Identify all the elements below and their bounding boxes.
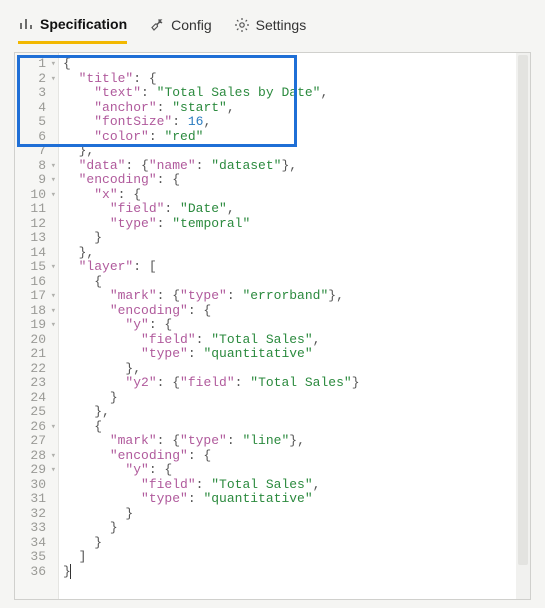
code-line[interactable]: "field": "Total Sales", [63,333,530,348]
line-number: 24 [21,391,56,406]
code-line[interactable]: } [63,231,530,246]
line-number: 4 [21,101,56,116]
tab-label: Specification [40,16,127,32]
line-number: 14 [21,246,56,261]
line-number: 5 [21,115,56,130]
code-line[interactable]: "color": "red" [63,130,530,145]
line-number: 9▾ [21,173,56,188]
code-line[interactable]: } [63,565,530,580]
line-number: 23 [21,376,56,391]
code-line[interactable]: "type": "quantitative" [63,492,530,507]
line-number: 7 [21,144,56,159]
code-line[interactable]: "data": {"name": "dataset"}, [63,159,530,174]
code-line[interactable]: } [63,391,530,406]
code-line[interactable]: "y": { [63,318,530,333]
tab-label: Settings [256,17,307,33]
tab-specification[interactable]: Specification [18,6,127,44]
line-number: 20 [21,333,56,348]
code-line[interactable]: "y": { [63,463,530,478]
line-number: 28▾ [21,449,56,464]
line-number: 25 [21,405,56,420]
line-number: 35 [21,550,56,565]
tab-label: Config [171,17,211,33]
line-number: 1▾ [21,57,56,72]
code-line[interactable]: "field": "Total Sales", [63,478,530,493]
tab-settings[interactable]: Settings [234,6,307,44]
line-number: 12 [21,217,56,232]
line-number: 11 [21,202,56,217]
line-number: 15▾ [21,260,56,275]
line-number: 36 [21,565,56,580]
line-number: 19▾ [21,318,56,333]
code-line[interactable]: "type": "quantitative" [63,347,530,362]
code-line[interactable]: ] [63,550,530,565]
code-line[interactable]: { [63,275,530,290]
line-number: 3 [21,86,56,101]
code-line[interactable]: "encoding": { [63,173,530,188]
wrench-icon [149,17,165,33]
code-line[interactable]: }, [63,405,530,420]
code-line[interactable]: } [63,521,530,536]
code-line[interactable]: "type": "temporal" [63,217,530,232]
line-number: 33 [21,521,56,536]
line-number: 18▾ [21,304,56,319]
tab-config[interactable]: Config [149,6,211,44]
code-line[interactable]: "field": "Date", [63,202,530,217]
line-number: 31 [21,492,56,507]
scrollbar-thumb[interactable] [518,55,528,565]
code-editor[interactable]: 1▾2▾345678▾9▾10▾1112131415▾1617▾18▾19▾20… [14,52,531,600]
code-line[interactable]: "anchor": "start", [63,101,530,116]
code-line[interactable]: "y2": {"field": "Total Sales"} [63,376,530,391]
line-number: 32 [21,507,56,522]
line-number: 8▾ [21,159,56,174]
code-line[interactable]: "text": "Total Sales by Date", [63,86,530,101]
line-number: 29▾ [21,463,56,478]
line-number: 10▾ [21,188,56,203]
text-cursor [70,564,71,579]
code-line[interactable]: "encoding": { [63,449,530,464]
line-number: 13 [21,231,56,246]
code-line[interactable]: "mark": {"type": "line"}, [63,434,530,449]
code-line[interactable]: "layer": [ [63,260,530,275]
line-number: 2▾ [21,72,56,87]
line-number: 26▾ [21,420,56,435]
code-line[interactable]: }, [63,246,530,261]
line-number: 21 [21,347,56,362]
line-number: 27 [21,434,56,449]
line-number: 30 [21,478,56,493]
gear-icon [234,17,250,33]
vertical-scrollbar[interactable] [516,53,530,599]
line-number: 22 [21,362,56,377]
code-line[interactable]: { [63,57,530,72]
code-line[interactable]: "mark": {"type": "errorband"}, [63,289,530,304]
line-number: 17▾ [21,289,56,304]
code-line[interactable]: "fontSize": 16, [63,115,530,130]
tab-bar: Specification Config Settings [0,0,545,44]
code-line[interactable]: }, [63,144,530,159]
code-line[interactable]: "x": { [63,188,530,203]
code-line[interactable]: }, [63,362,530,377]
code-line[interactable]: "encoding": { [63,304,530,319]
bar-chart-icon [18,16,34,32]
line-number-gutter: 1▾2▾345678▾9▾10▾1112131415▾1617▾18▾19▾20… [15,53,59,599]
line-number: 16 [21,275,56,290]
line-number: 34 [21,536,56,551]
line-number: 6 [21,130,56,145]
code-content[interactable]: { "title": { "text": "Total Sales by Dat… [59,53,530,599]
code-line[interactable]: "title": { [63,72,530,87]
code-line[interactable]: } [63,536,530,551]
code-line[interactable]: } [63,507,530,522]
code-line[interactable]: { [63,420,530,435]
